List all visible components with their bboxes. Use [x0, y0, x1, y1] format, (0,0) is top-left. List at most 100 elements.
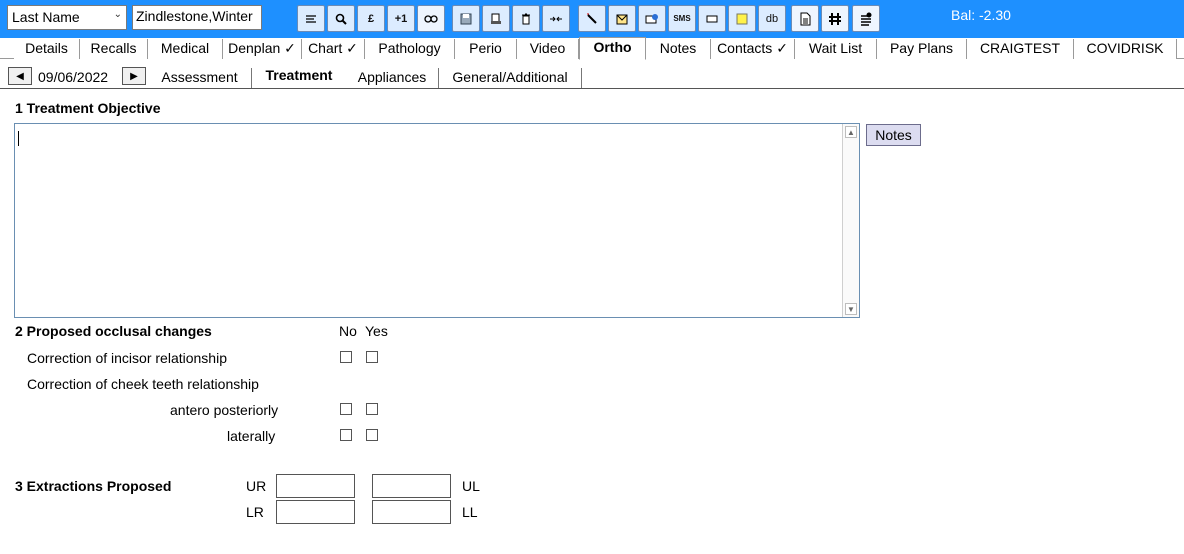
extractions-proposed-title: 3 Extractions Proposed	[15, 478, 172, 494]
print-icon	[490, 13, 502, 25]
ll-extraction-input[interactable]	[372, 500, 451, 524]
ur-label: UR	[246, 478, 267, 494]
treatment-objective-textarea[interactable]: ▲ ▼	[14, 123, 860, 318]
incisor-yes-checkbox[interactable]	[366, 351, 378, 363]
ortho-subnav: ◀ 09/06/2022 ▶ Assessment Treatment Appl…	[0, 62, 1184, 90]
search-field-value: Last Name	[12, 9, 80, 25]
search-field-select[interactable]: Last Name ⌄	[7, 5, 127, 30]
subtab-appliances[interactable]: Appliances	[346, 68, 439, 89]
plus-one-icon: +1	[394, 12, 408, 25]
grid-button[interactable]	[821, 5, 849, 32]
pound-icon: £	[367, 12, 375, 25]
arrow-right-icon: ▶	[130, 70, 138, 82]
merge-icon	[549, 15, 563, 23]
print-button[interactable]	[482, 5, 510, 32]
document-icon	[799, 12, 811, 26]
sms-button[interactable]: SMS	[668, 5, 696, 32]
delete-button[interactable]	[512, 5, 540, 32]
yes-column-header: Yes	[365, 323, 388, 339]
scroll-down-icon[interactable]: ▼	[845, 303, 857, 315]
save-button[interactable]	[452, 5, 480, 32]
subnav-divider	[0, 88, 1184, 89]
arrow-left-icon: ◀	[16, 70, 24, 82]
incisor-relationship-label: Correction of incisor relationship	[27, 350, 227, 366]
sticky-note-icon	[736, 13, 748, 25]
scroll-up-icon[interactable]: ▲	[845, 126, 857, 138]
top-toolbar: Last Name ⌄ Zindlestone,Winter £ +1 SMS …	[0, 0, 1184, 38]
search-icon	[335, 13, 347, 25]
save-icon	[460, 13, 472, 25]
card-button[interactable]	[698, 5, 726, 32]
tab-recalls[interactable]: Recalls	[80, 39, 148, 59]
chevron-down-icon: ⌄	[113, 9, 122, 20]
database-button[interactable]: db	[758, 5, 786, 32]
tab-covidrisk[interactable]: COVIDRISK	[1074, 39, 1177, 59]
laterally-label: laterally	[227, 428, 276, 444]
textarea-scrollbar[interactable]: ▲ ▼	[842, 124, 859, 317]
link-button[interactable]	[417, 5, 445, 32]
cloud-list-icon	[859, 12, 873, 26]
tab-craigtest[interactable]: CRAIGTEST	[967, 39, 1074, 59]
tab-wait-list[interactable]: Wait List	[795, 39, 877, 59]
sticky-note-button[interactable]	[728, 5, 756, 32]
subtab-general-additional[interactable]: General/Additional	[439, 68, 582, 89]
antero-no-checkbox[interactable]	[340, 403, 352, 415]
subtab-treatment[interactable]: Treatment	[252, 66, 346, 87]
list-button[interactable]	[297, 5, 325, 32]
pen-icon	[586, 13, 598, 25]
card-icon	[706, 15, 718, 23]
previous-date-button[interactable]: ◀	[8, 67, 32, 85]
record-date: 09/06/2022	[38, 69, 109, 85]
database-icon: db	[765, 12, 779, 25]
balance-label: Bal: -2.30	[951, 7, 1011, 23]
ortho-treatment-window: Last Name ⌄ Zindlestone,Winter £ +1 SMS …	[0, 0, 1184, 554]
grid-icon	[828, 12, 842, 26]
tab-video[interactable]: Video	[517, 39, 579, 59]
tab-details[interactable]: Details	[14, 39, 80, 59]
search-button[interactable]	[327, 5, 355, 32]
plus-one-button[interactable]: +1	[387, 5, 415, 32]
sms-icon: SMS	[673, 14, 691, 23]
tab-contacts[interactable]: Contacts ✓	[711, 39, 795, 59]
lateral-no-checkbox[interactable]	[340, 429, 352, 441]
cloud-list-button[interactable]	[852, 5, 880, 32]
patient-name-input[interactable]: Zindlestone,Winter	[132, 5, 262, 30]
text-cursor	[18, 131, 19, 146]
tab-denplan[interactable]: Denplan ✓	[223, 39, 302, 59]
list-icon	[305, 14, 317, 24]
antero-yes-checkbox[interactable]	[366, 403, 378, 415]
tab-pathology[interactable]: Pathology	[365, 39, 455, 59]
tab-notes[interactable]: Notes	[646, 39, 711, 59]
tab-chart[interactable]: Chart ✓	[302, 39, 365, 59]
ll-label: LL	[462, 504, 478, 520]
ul-label: UL	[462, 478, 480, 494]
main-tabs-bar: Details Recalls Medical Denplan ✓ Chart …	[0, 37, 1184, 60]
tab-medical[interactable]: Medical	[148, 39, 223, 59]
letter-icon	[616, 13, 628, 25]
letter-button[interactable]	[608, 5, 636, 32]
treatment-objective-title: 1 Treatment Objective	[15, 100, 161, 116]
antero-posteriorly-label: antero posteriorly	[170, 402, 279, 418]
link-icon	[424, 14, 438, 23]
incisor-no-checkbox[interactable]	[340, 351, 352, 363]
lr-label: LR	[246, 504, 264, 520]
lr-extraction-input[interactable]	[276, 500, 355, 524]
lateral-yes-checkbox[interactable]	[366, 429, 378, 441]
email-icon	[645, 13, 659, 25]
ur-extraction-input[interactable]	[276, 474, 355, 498]
no-column-header: No	[339, 323, 357, 339]
document-button[interactable]	[791, 5, 819, 32]
pen-button[interactable]	[578, 5, 606, 32]
merge-button[interactable]	[542, 5, 570, 32]
email-button[interactable]	[638, 5, 666, 32]
tab-perio[interactable]: Perio	[455, 39, 517, 59]
ul-extraction-input[interactable]	[372, 474, 451, 498]
cheek-teeth-relationship-label: Correction of cheek teeth relationship	[27, 376, 259, 392]
occlusal-changes-title: 2 Proposed occlusal changes	[15, 323, 212, 339]
notes-button[interactable]: Notes	[866, 124, 921, 146]
pound-button[interactable]: £	[357, 5, 385, 32]
subtab-assessment[interactable]: Assessment	[148, 68, 252, 89]
tab-pay-plans[interactable]: Pay Plans	[877, 39, 967, 59]
next-date-button[interactable]: ▶	[122, 67, 146, 85]
tab-ortho[interactable]: Ortho	[579, 37, 646, 60]
